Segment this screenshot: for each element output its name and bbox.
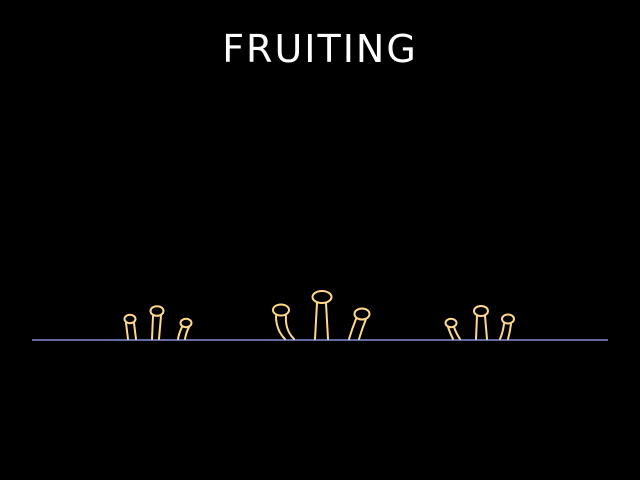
mushroom-left-1 <box>123 313 137 340</box>
mushroom-center-1 <box>272 303 295 340</box>
left-cluster <box>123 305 193 340</box>
mushroom-left-2 <box>149 305 165 340</box>
mushroom-right-2 <box>473 305 489 340</box>
mushroom-right-1 <box>444 317 461 340</box>
mushroom-left-3 <box>177 317 193 340</box>
mushroom-center-2 <box>311 290 333 340</box>
center-cluster <box>272 290 371 340</box>
fruiting-scene <box>32 290 608 341</box>
mushroom-center-3 <box>348 307 371 340</box>
right-cluster <box>444 305 515 340</box>
mushroom-right-3 <box>499 313 515 340</box>
